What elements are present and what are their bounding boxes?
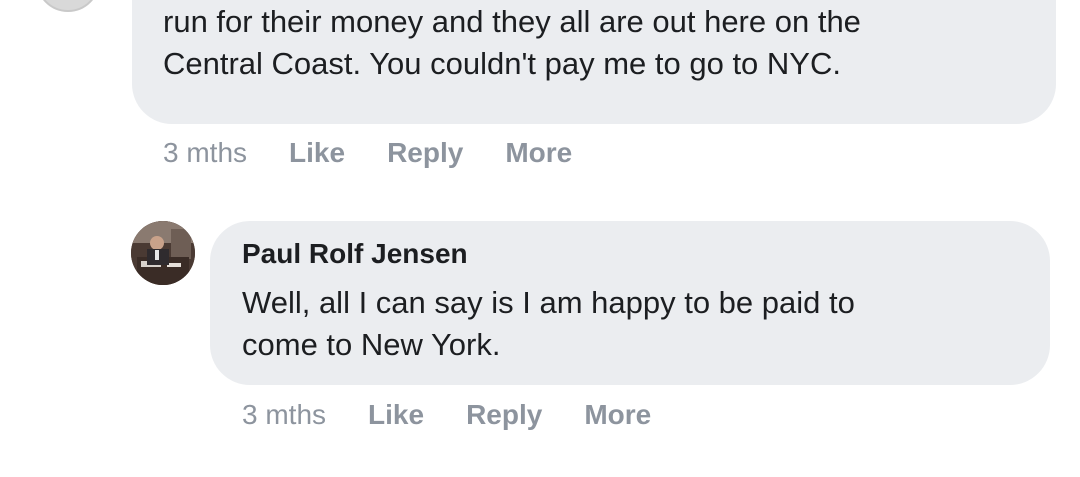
comment-thread: Jocko's, A.J. Spurs, and Old West would …	[0, 0, 1080, 477]
comment-bubble: Jocko's, A.J. Spurs, and Old West would …	[132, 0, 1056, 124]
reply-actions: 3 mths Like Reply More	[242, 395, 693, 435]
commenter-avatar[interactable]	[36, 0, 100, 12]
reply-button[interactable]: Reply	[387, 137, 463, 169]
more-button[interactable]: More	[584, 399, 651, 431]
reply-bubble: Paul Rolf Jensen Well, all I can say is …	[210, 221, 1050, 385]
avatar-photo	[131, 221, 195, 285]
comment-actions: 3 mths Like Reply More	[163, 133, 614, 173]
reply-button[interactable]: Reply	[466, 399, 542, 431]
reply-author-name[interactable]: Paul Rolf Jensen	[242, 236, 468, 272]
reply-avatar[interactable]	[131, 221, 195, 285]
like-button[interactable]: Like	[289, 137, 345, 169]
comment-text: Jocko's, A.J. Spurs, and Old West would …	[163, 4, 861, 81]
like-button[interactable]: Like	[368, 399, 424, 431]
reply-text: Well, all I can say is I am happy to be …	[242, 285, 855, 362]
reply-timestamp[interactable]: 3 mths	[242, 399, 326, 431]
more-button[interactable]: More	[505, 137, 572, 169]
comment-timestamp[interactable]: 3 mths	[163, 137, 247, 169]
